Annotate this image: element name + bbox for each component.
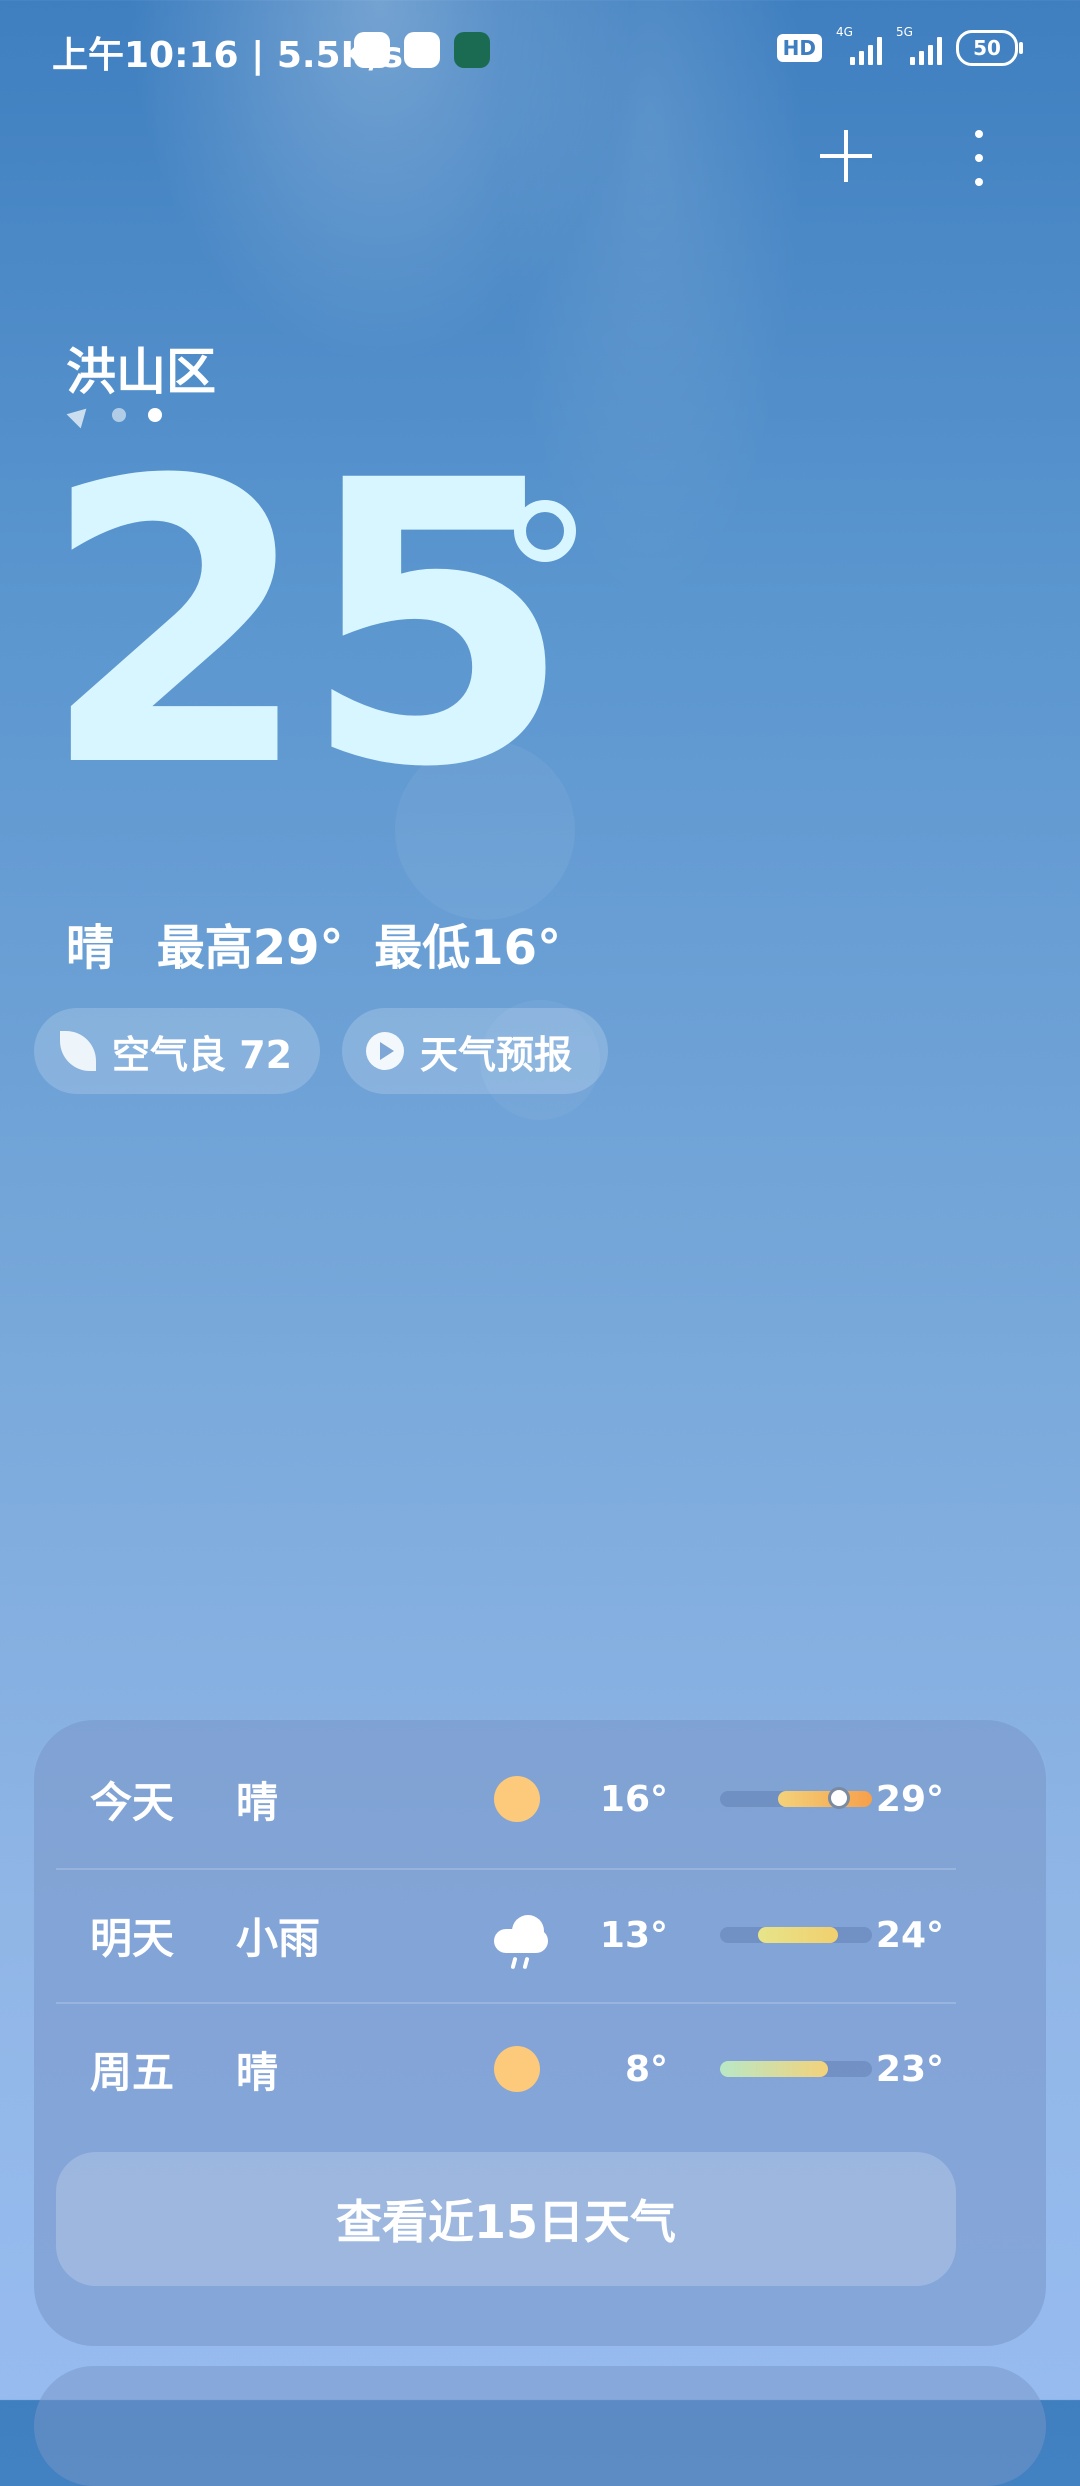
forecast-high: 23°	[875, 2048, 944, 2090]
forecast-low: 8°	[624, 2048, 668, 2090]
signal-4g-icon: 4G	[836, 25, 882, 65]
forecast-row-today[interactable]: 今天 晴 16° 29°	[56, 1732, 956, 1866]
browser-app-icon	[404, 32, 440, 68]
degree-symbol	[514, 500, 576, 562]
range-fill	[720, 2061, 828, 2077]
air-quality-chip[interactable]: 空气良 72	[34, 1008, 320, 1094]
clock-app-icon	[354, 32, 390, 68]
status-time: 上午10:16 | 5.5K/s	[52, 26, 403, 78]
clock-text: 上午10:16	[52, 35, 239, 76]
leaf-icon	[60, 1031, 96, 1071]
more-menu-button[interactable]	[966, 130, 992, 186]
today-low: 最低16°	[374, 920, 562, 976]
temperature-range-bar	[720, 1927, 872, 1943]
avatar-app-icon	[454, 32, 490, 68]
city-name: 洪山区	[66, 343, 216, 401]
weather-forecast-label: 天气预报	[420, 1032, 573, 1077]
forecast-day: 今天	[90, 1777, 175, 1827]
forecast-row-tomorrow[interactable]: 明天 小雨 13° 24°	[56, 1868, 956, 2002]
forecast-low: 13°	[599, 1914, 668, 1956]
current-temp-marker	[828, 1787, 850, 1809]
sig2-tag: 5G	[896, 25, 913, 39]
air-quality-label: 空气良 72	[112, 1032, 293, 1077]
signal-5g-icon: 5G	[896, 25, 942, 65]
range-fill	[758, 1927, 838, 1943]
temperature-range-bar	[720, 1787, 872, 1809]
hd-icon: HD	[776, 34, 822, 62]
forecast-high: 24°	[875, 1914, 944, 1956]
battery-level: 50	[973, 36, 1001, 60]
play-icon	[366, 1032, 404, 1070]
current-temperature: 25	[40, 398, 573, 852]
status-indicators: HD 4G 5G 50	[776, 25, 1023, 66]
add-city-button[interactable]	[818, 128, 874, 184]
forecast-condition: 晴	[236, 2047, 279, 2097]
status-bar: 上午10:16 | 5.5K/s HD 4G 5G 50	[0, 0, 1080, 100]
range-fill	[778, 1791, 872, 1807]
sig1-tag: 4G	[836, 25, 853, 39]
next-card	[34, 2366, 1046, 2486]
status-separator: |	[251, 35, 277, 76]
sun-icon	[494, 2046, 540, 2092]
forecast-low: 16°	[599, 1778, 668, 1820]
forecast-day: 周五	[90, 2047, 175, 2097]
current-condition: 晴	[66, 920, 115, 976]
battery-icon: 50	[956, 30, 1023, 66]
view-15-day-button[interactable]: 查看近15日天气	[56, 2152, 956, 2286]
forecast-high: 29°	[875, 1778, 944, 1820]
sun-icon	[494, 1776, 540, 1822]
temperature-range-bar	[720, 2061, 872, 2077]
today-high: 最高29°	[156, 920, 344, 976]
weather-summary: 晴 最高29° 最低16°	[66, 908, 587, 978]
weather-forecast-chip[interactable]: 天气预报	[342, 1008, 608, 1094]
forecast-day: 明天	[90, 1913, 175, 1963]
forecast-row-friday[interactable]: 周五 晴 8° 23°	[56, 2002, 956, 2136]
rain-cloud-icon	[494, 1915, 550, 1970]
forecast-condition: 晴	[236, 1777, 279, 1827]
forecast-condition: 小雨	[236, 1913, 321, 1963]
